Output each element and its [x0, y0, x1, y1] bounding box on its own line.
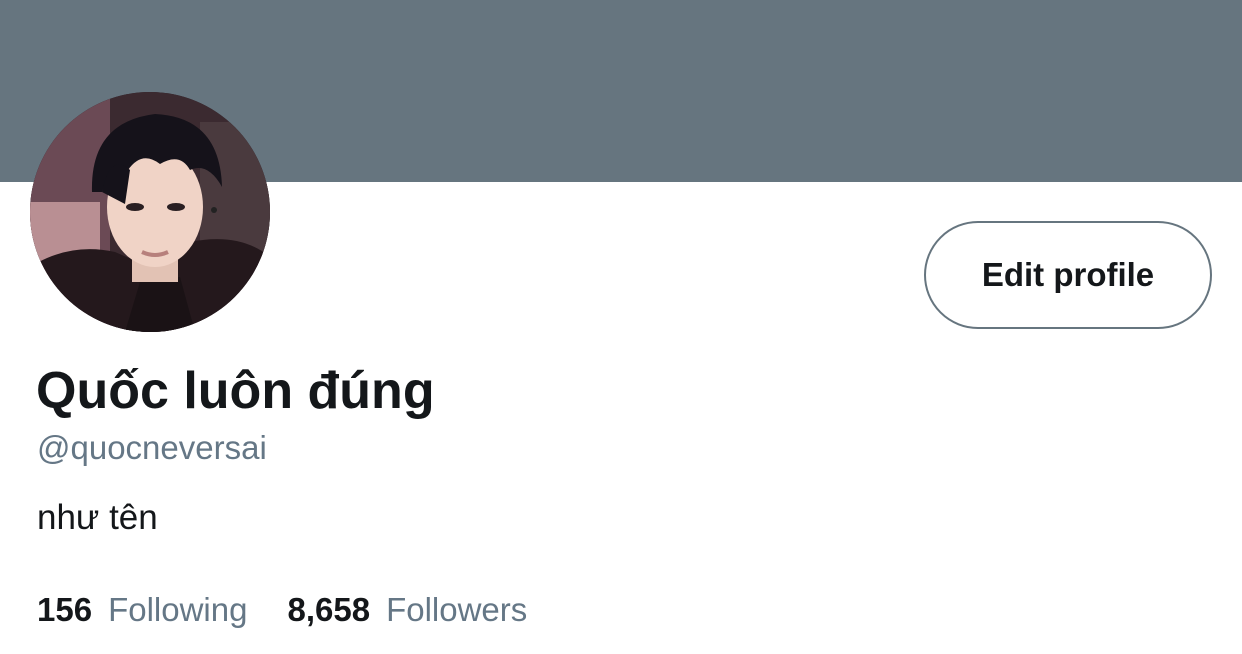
- following-stat-link[interactable]: 156 Following: [37, 590, 247, 630]
- profile-stats: 156 Following 8,658 Followers: [37, 590, 527, 630]
- profile-avatar[interactable]: [30, 92, 270, 332]
- following-label: Following: [108, 591, 248, 628]
- followers-label: Followers: [386, 591, 528, 628]
- avatar-photo: [30, 92, 270, 332]
- followers-count: 8,658: [287, 591, 371, 628]
- profile-bio: như tên: [37, 498, 158, 537]
- followers-stat-link[interactable]: 8,658 Followers: [287, 590, 527, 630]
- edit-profile-button[interactable]: Edit profile: [924, 221, 1212, 329]
- profile-page: Edit profile Quốc luôn đúng @quocneversa…: [0, 0, 1242, 654]
- following-count: 156: [37, 591, 93, 628]
- profile-display-name: Quốc luôn đúng: [36, 362, 435, 420]
- profile-handle: @quocneversai: [37, 429, 267, 466]
